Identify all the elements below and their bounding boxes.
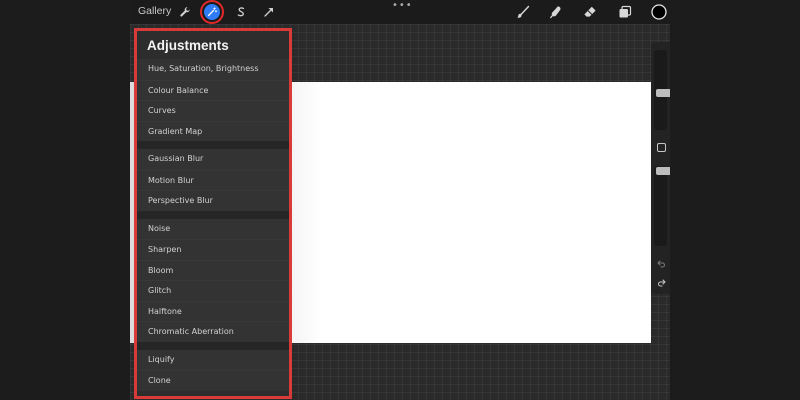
- undo-icon: [656, 260, 665, 267]
- undo-button[interactable]: [656, 258, 666, 268]
- smudge-button[interactable]: [547, 3, 565, 21]
- menu-item-motion-blur[interactable]: Motion Blur: [137, 169, 289, 191]
- menu-item-colour-balance[interactable]: Colour Balance: [137, 79, 289, 101]
- transform-button[interactable]: [260, 3, 278, 21]
- layers-icon: [619, 5, 632, 18]
- menu-item-gaussian-blur[interactable]: Gaussian Blur: [137, 149, 289, 170]
- adjustments-panel: Adjustments Hue, Saturation, Brightness …: [134, 28, 292, 399]
- selection-button[interactable]: [232, 3, 250, 21]
- redo-button[interactable]: [656, 277, 666, 287]
- menu-item-hue-saturation-brightness[interactable]: Hue, Saturation, Brightness: [137, 59, 289, 80]
- opacity-slider[interactable]: [654, 166, 670, 246]
- smudge-icon: [550, 6, 561, 19]
- menu-item-perspective-blur[interactable]: Perspective Blur: [137, 190, 289, 211]
- side-bar: [651, 42, 670, 294]
- adjustments-group-color: Hue, Saturation, Brightness Colour Balan…: [137, 59, 289, 141]
- adjustments-group-distort: Liquify Clone: [137, 349, 289, 391]
- menu-item-chromatic-aberration[interactable]: Chromatic Aberration: [137, 321, 289, 342]
- menu-item-curves[interactable]: Curves: [137, 100, 289, 121]
- adjustments-group-effects: Noise Sharpen Bloom Glitch Halftone Chro…: [137, 218, 289, 342]
- colors-button[interactable]: [650, 3, 668, 21]
- magic-wand-icon: [207, 7, 217, 17]
- menu-separator: [137, 141, 289, 149]
- top-toolbar: Gallery •••: [130, 0, 670, 24]
- brush-size-slider[interactable]: [654, 50, 670, 130]
- transform-arrow-icon: [264, 8, 273, 17]
- menu-item-noise[interactable]: Noise: [137, 219, 289, 240]
- color-swatch-icon: [651, 4, 667, 20]
- brush-icon: [517, 5, 530, 18]
- brush-size-slider-handle[interactable]: [656, 89, 670, 97]
- menu-item-glitch[interactable]: Glitch: [137, 280, 289, 301]
- selection-s-icon: [237, 7, 245, 17]
- menu-item-clone[interactable]: Clone: [137, 370, 289, 391]
- redo-icon: [657, 279, 666, 286]
- adjustments-title: Adjustments: [147, 38, 229, 53]
- menu-item-liquify[interactable]: Liquify: [137, 350, 289, 371]
- layers-button[interactable]: [616, 3, 634, 21]
- paint-button[interactable]: [514, 3, 532, 21]
- menu-item-gradient-map[interactable]: Gradient Map: [137, 120, 289, 142]
- modify-button[interactable]: [657, 143, 666, 152]
- menu-item-bloom[interactable]: Bloom: [137, 259, 289, 281]
- adjustments-group-blur: Gaussian Blur Motion Blur Perspective Bl…: [137, 149, 289, 211]
- gallery-button[interactable]: Gallery: [138, 5, 171, 17]
- adjustments-button[interactable]: [204, 4, 220, 20]
- erase-button[interactable]: [581, 3, 599, 21]
- menu-item-sharpen[interactable]: Sharpen: [137, 239, 289, 260]
- menu-separator: [137, 210, 289, 219]
- wrench-icon: [180, 7, 190, 17]
- actions-button[interactable]: [176, 3, 194, 21]
- opacity-slider-handle[interactable]: [656, 167, 670, 175]
- menu-item-halftone[interactable]: Halftone: [137, 300, 289, 322]
- menu-separator: [137, 341, 289, 350]
- more-options-icon[interactable]: •••: [392, 0, 413, 11]
- eraser-icon: [584, 6, 596, 17]
